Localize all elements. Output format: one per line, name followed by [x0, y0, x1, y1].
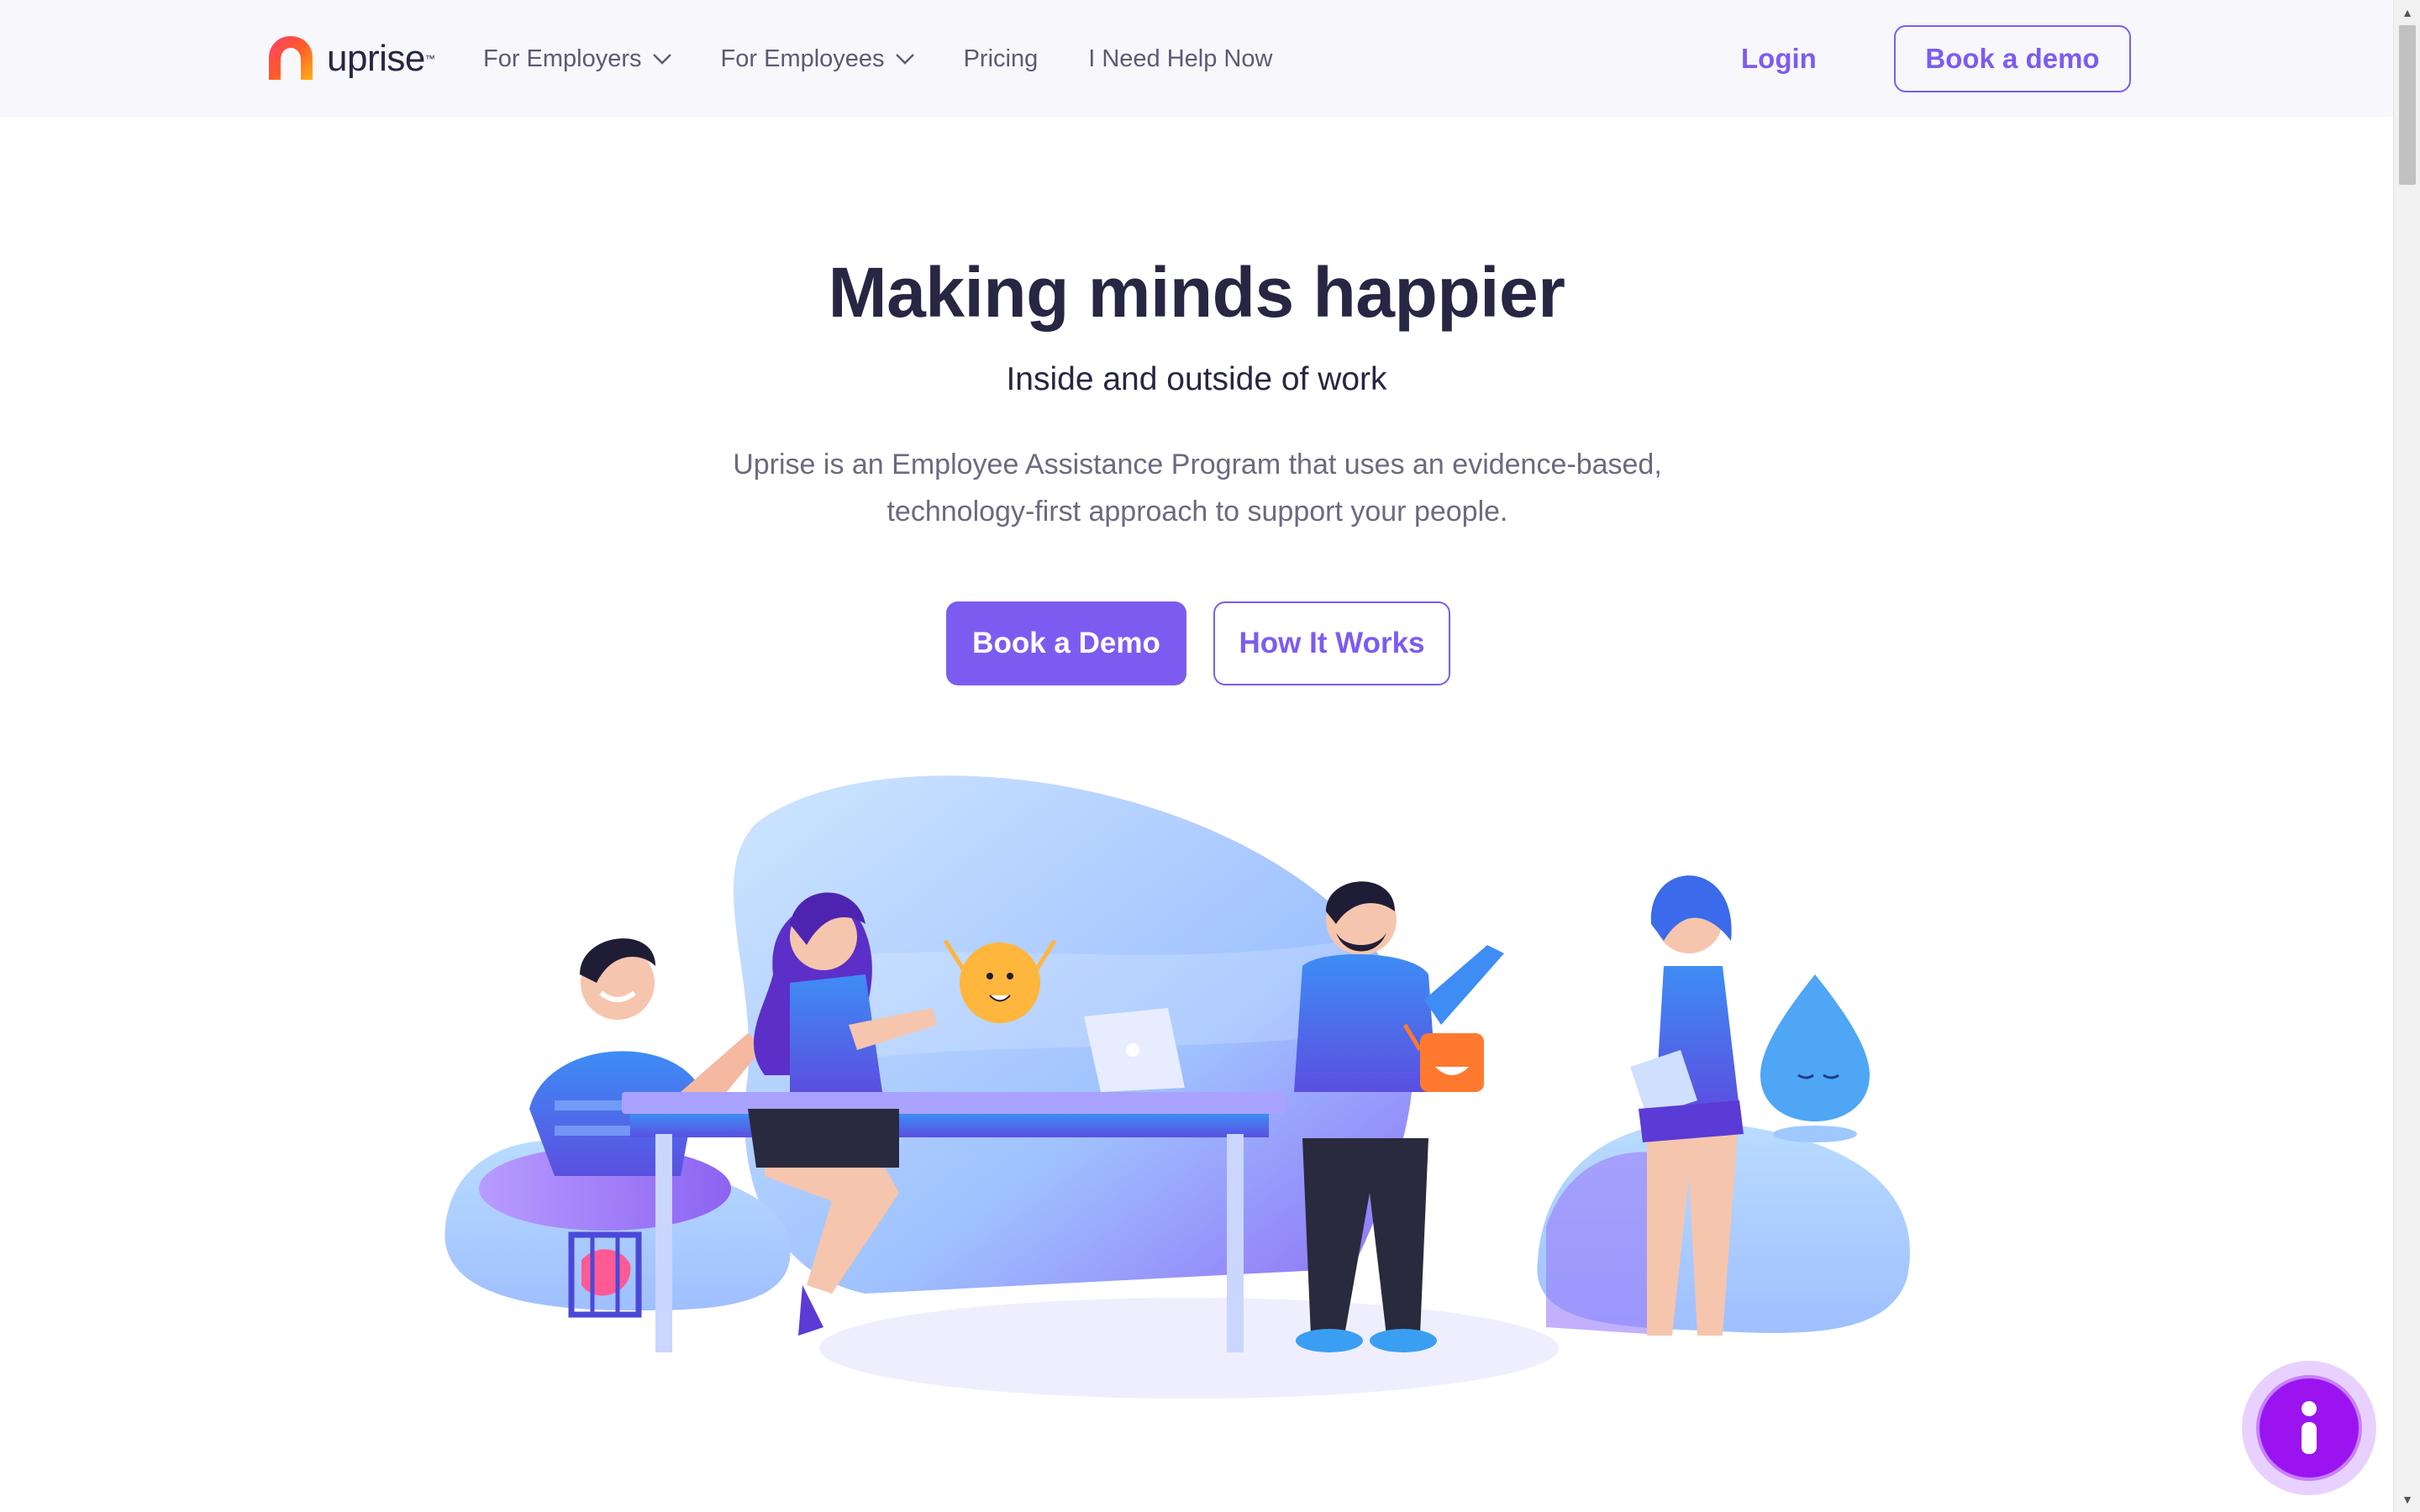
book-demo-header-button[interactable]: Book a demo: [1894, 25, 2131, 92]
info-fab-circle: [2256, 1375, 2362, 1481]
nav-pricing[interactable]: Pricing: [964, 45, 1039, 73]
hero-description-line: Uprise is an Employee Assistance Program…: [733, 449, 1662, 480]
nav-for-employees-label: For Employees: [720, 45, 885, 72]
logo-wordmark: uprise: [327, 38, 425, 79]
nav-pricing-label: Pricing: [963, 45, 1039, 72]
nav-for-employers-label: For Employers: [483, 45, 642, 72]
chevron-down-icon: [895, 54, 914, 65]
hero-subtitle: Inside and outside of work: [1006, 361, 1387, 397]
hero-title: Making minds happier: [828, 253, 1565, 332]
team-meeting-illustration: [445, 775, 1911, 1399]
book-demo-button[interactable]: Book a Demo: [946, 601, 1186, 685]
logo-trademark: ™: [424, 53, 435, 65]
chevron-down-icon: [652, 54, 671, 65]
uprise-logo[interactable]: uprise ™: [265, 32, 435, 86]
hero-description-line: technology-first approach to support you…: [886, 496, 1508, 528]
info-chat-button[interactable]: [2242, 1361, 2376, 1495]
page: uprise ™ For Employers For Employees Pri…: [0, 0, 2420, 1512]
nav-help-now-label: I Need Help Now: [1088, 45, 1273, 72]
main-nav: For Employers For Employees Pricing I Ne…: [483, 39, 1323, 79]
hero-cta-group: Book a Demo How It Works: [946, 601, 1450, 685]
info-icon: [2302, 1401, 2317, 1454]
page-scrollbar[interactable]: ▲ ▼: [2393, 0, 2420, 1512]
nav-for-employees[interactable]: For Employees: [721, 45, 915, 73]
scroll-down-icon[interactable]: ▼: [2394, 1487, 2420, 1512]
hero-description: Uprise is an Employee Assistance Program…: [672, 441, 1723, 535]
nav-help-now[interactable]: I Need Help Now: [1088, 45, 1272, 73]
scroll-thumb[interactable]: [2399, 25, 2416, 185]
uprise-logo-icon: [269, 36, 313, 80]
nav-for-employers[interactable]: For Employers: [483, 45, 672, 73]
scroll-up-icon[interactable]: ▲: [2394, 0, 2420, 25]
how-it-works-button[interactable]: How It Works: [1213, 601, 1450, 685]
site-header: uprise ™ For Employers For Employees Pri…: [0, 0, 2393, 117]
login-link[interactable]: Login: [1741, 39, 1817, 79]
